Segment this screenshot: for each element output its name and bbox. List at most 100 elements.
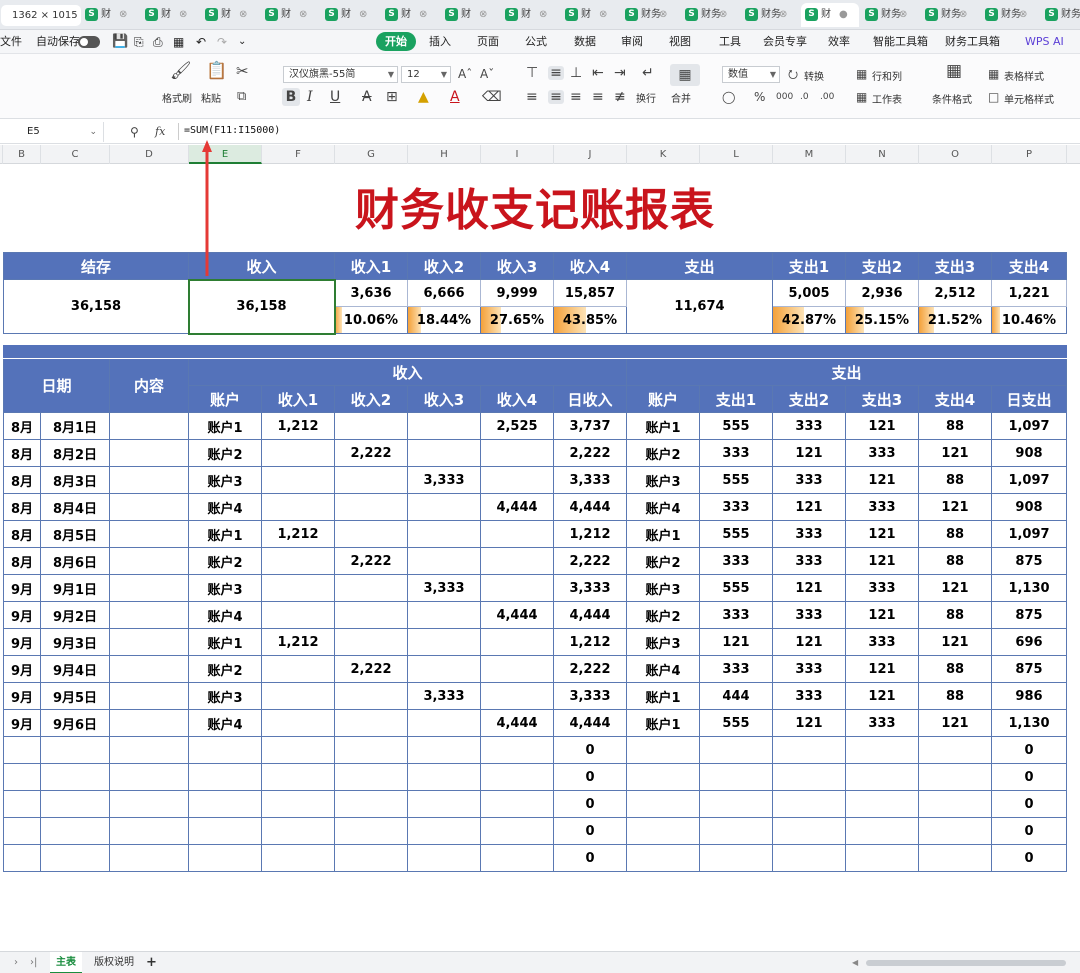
ledger-cell[interactable]: 4,444: [554, 494, 627, 521]
ledger-cell[interactable]: [110, 467, 189, 494]
ledger-cell[interactable]: [3, 791, 41, 818]
ledger-cell[interactable]: 121: [919, 629, 992, 656]
ledger-cell[interactable]: [481, 521, 554, 548]
ledger-cell[interactable]: [773, 791, 846, 818]
scroll-left-icon[interactable]: ◀: [852, 958, 860, 967]
close-tab-icon[interactable]: ⊗: [299, 3, 307, 27]
ledger-cell[interactable]: 3,333: [408, 683, 481, 710]
ledger-cell[interactable]: [408, 413, 481, 440]
ledger-cell[interactable]: [335, 737, 408, 764]
ledger-cell[interactable]: [335, 575, 408, 602]
file-tab[interactable]: S 财务 ⊗: [921, 3, 979, 27]
ledger-cell[interactable]: [262, 764, 335, 791]
close-tab-icon[interactable]: ⊗: [239, 3, 247, 27]
italic-button[interactable]: I: [307, 90, 313, 104]
ledger-cell[interactable]: 4,444: [554, 602, 627, 629]
ledger-cell[interactable]: 333: [700, 602, 773, 629]
ledger-cell[interactable]: [189, 764, 262, 791]
ledger-cell[interactable]: 121: [846, 548, 919, 575]
file-tab[interactable]: S 财务 ⊗: [621, 3, 679, 27]
ledger-cell[interactable]: 1,130: [992, 575, 1067, 602]
income-sub-value[interactable]: 6,666: [408, 280, 481, 307]
ledger-cell[interactable]: [262, 494, 335, 521]
expense-pct-cell[interactable]: 25.15%: [846, 307, 919, 334]
ledger-cell[interactable]: 账户3: [189, 467, 262, 494]
copy-icon[interactable]: ⧉: [237, 90, 246, 104]
autosave-toggle[interactable]: [78, 36, 100, 48]
ledger-cell[interactable]: 0: [992, 791, 1067, 818]
column-header-G[interactable]: G: [335, 145, 408, 164]
strikethrough-icon[interactable]: A: [362, 90, 372, 104]
ledger-cell[interactable]: 9月: [3, 575, 41, 602]
expense-pct-cell[interactable]: 42.87%: [773, 307, 846, 334]
expense-sub-value[interactable]: 2,936: [846, 280, 919, 307]
expense-total-value[interactable]: 11,674: [627, 280, 773, 334]
ledger-cell[interactable]: 88: [919, 656, 992, 683]
ledger-cell[interactable]: [110, 818, 189, 845]
ledger-cell[interactable]: [773, 764, 846, 791]
ledger-cell[interactable]: [919, 845, 992, 872]
ledger-cell[interactable]: 986: [992, 683, 1067, 710]
ledger-cell[interactable]: [110, 737, 189, 764]
ledger-cell[interactable]: [41, 737, 110, 764]
ledger-cell[interactable]: 0: [554, 791, 627, 818]
rows-cols-button[interactable]: 行和列: [872, 68, 902, 83]
ledger-cell[interactable]: 0: [992, 764, 1067, 791]
ledger-cell[interactable]: 0: [554, 845, 627, 872]
close-tab-icon[interactable]: ⊗: [779, 3, 787, 27]
ledger-cell[interactable]: [262, 575, 335, 602]
income-pct-cell[interactable]: 43.85%: [554, 307, 627, 334]
ledger-cell[interactable]: 1,212: [262, 629, 335, 656]
column-header-D[interactable]: D: [110, 145, 189, 164]
column-header-L[interactable]: L: [700, 145, 773, 164]
ledger-cell[interactable]: [408, 710, 481, 737]
ledger-cell[interactable]: 8月5日: [41, 521, 110, 548]
indent-decrease-icon[interactable]: ⇤: [592, 66, 604, 80]
ledger-cell[interactable]: [262, 791, 335, 818]
ledger-cell[interactable]: 账户4: [627, 494, 700, 521]
ledger-cell[interactable]: [335, 629, 408, 656]
border-icon[interactable]: ⊞: [386, 90, 398, 104]
ledger-cell[interactable]: [919, 818, 992, 845]
ledger-cell[interactable]: 账户2: [627, 440, 700, 467]
ledger-cell[interactable]: [110, 575, 189, 602]
ledger-cell[interactable]: [110, 764, 189, 791]
ledger-cell[interactable]: 0: [992, 845, 1067, 872]
expense-sub-value[interactable]: 2,512: [919, 280, 992, 307]
ledger-cell[interactable]: 333: [773, 683, 846, 710]
ledger-cell[interactable]: 88: [919, 683, 992, 710]
ledger-cell[interactable]: 333: [773, 656, 846, 683]
ledger-cell[interactable]: [481, 467, 554, 494]
ledger-cell[interactable]: [189, 791, 262, 818]
close-tab-icon[interactable]: ⊗: [479, 3, 487, 27]
file-tab[interactable]: S 财 ⊗: [201, 3, 259, 27]
prev-sheet-icon[interactable]: ›: [8, 952, 24, 973]
ledger-cell[interactable]: 875: [992, 602, 1067, 629]
ledger-cell[interactable]: 88: [919, 467, 992, 494]
ledger-cell[interactable]: 账户1: [627, 521, 700, 548]
increase-decimal-icon[interactable]: .0: [800, 90, 809, 104]
close-tab-icon[interactable]: ⊗: [119, 3, 127, 27]
ledger-cell[interactable]: 1,212: [554, 629, 627, 656]
file-tab[interactable]: S 财务: [1041, 3, 1080, 27]
ledger-cell[interactable]: 9月: [3, 656, 41, 683]
ledger-cell[interactable]: [627, 845, 700, 872]
conditional-format-icon[interactable]: ▦: [946, 63, 962, 80]
income-sub-value[interactable]: 15,857: [554, 280, 627, 307]
ledger-cell[interactable]: 4,444: [481, 494, 554, 521]
ledger-cell[interactable]: 8月: [3, 521, 41, 548]
file-tab[interactable]: S 财务 ⊗: [681, 3, 739, 27]
ledger-cell[interactable]: 9月: [3, 683, 41, 710]
ledger-cell[interactable]: 333: [700, 656, 773, 683]
income-pct-cell[interactable]: 10.06%: [335, 307, 408, 334]
ledger-cell[interactable]: [41, 764, 110, 791]
undo-icon[interactable]: ↶: [196, 30, 206, 54]
format-painter-button[interactable]: 格式刷: [162, 90, 192, 105]
file-tab[interactable]: S 财 ⊗: [321, 3, 379, 27]
menu-tab-9[interactable]: 效率: [828, 30, 850, 54]
format-painter-icon[interactable]: 🖌: [170, 63, 192, 80]
ledger-cell[interactable]: 1,212: [262, 521, 335, 548]
ledger-cell[interactable]: 2,222: [554, 548, 627, 575]
currency-icon[interactable]: ◯: [722, 90, 735, 104]
ledger-cell[interactable]: 1,097: [992, 521, 1067, 548]
